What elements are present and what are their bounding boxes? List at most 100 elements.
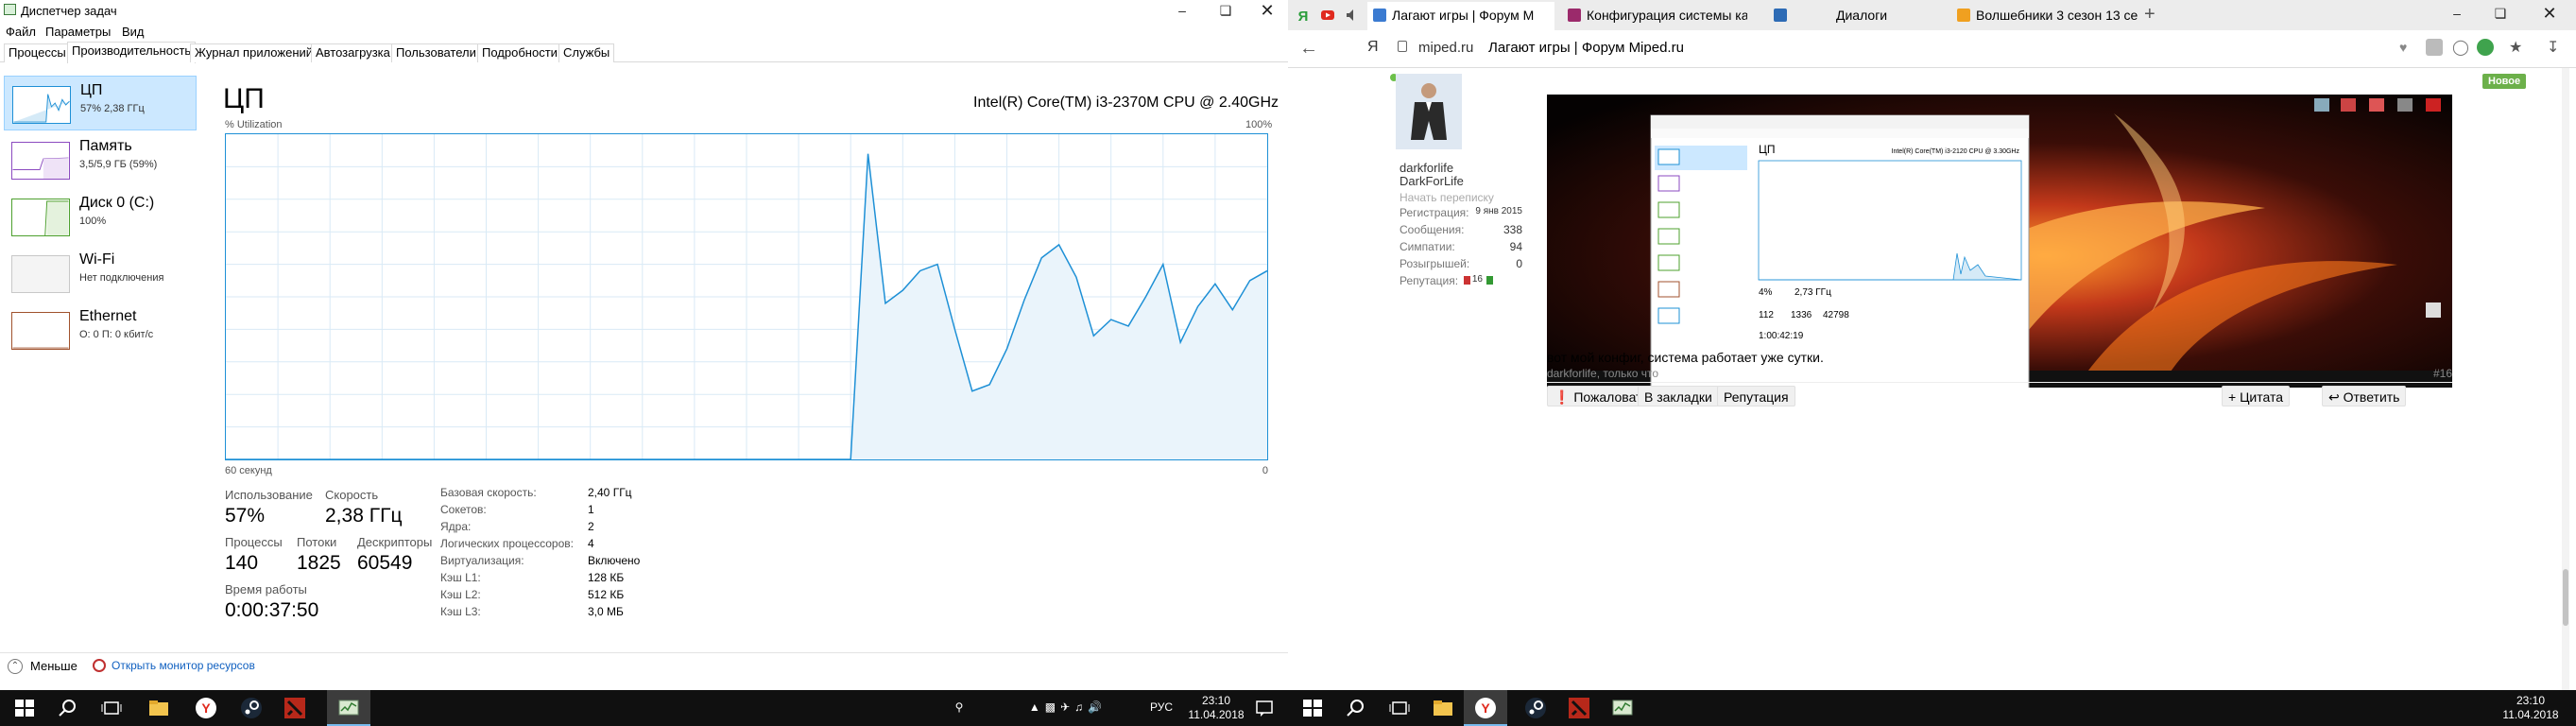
- tab-app-history[interactable]: Журнал приложений: [190, 43, 318, 62]
- minimize-button[interactable]: –: [1160, 0, 1204, 21]
- open-resource-monitor-link[interactable]: Открыть монитор ресурсов: [112, 659, 255, 672]
- tab-title: Лагают игры | Форум M: [1392, 8, 1535, 23]
- clock[interactable]: 23:10 11.04.2018: [1183, 694, 1249, 722]
- maximize-button[interactable]: ❏: [1204, 0, 1247, 21]
- dota-icon[interactable]: [283, 697, 306, 719]
- file-explorer-icon[interactable]: [147, 697, 170, 719]
- reputation-plus-icon[interactable]: [1486, 276, 1493, 285]
- tab-services[interactable]: Службы: [558, 43, 615, 62]
- inner-handles: 42798: [1823, 310, 1849, 320]
- close-button[interactable]: ✕: [1245, 0, 1289, 21]
- start-icon[interactable]: [1301, 697, 1324, 719]
- feed-icon[interactable]: ♥: [2399, 40, 2407, 55]
- chevron-up-icon[interactable]: ⌃: [8, 659, 23, 674]
- steam-icon[interactable]: [1524, 697, 1547, 719]
- menu-options[interactable]: Параметры: [45, 25, 111, 39]
- tray-icons[interactable]: ▲▩✈♫🔊: [1011, 700, 1125, 715]
- sidebar-sub: 3,5/5,9 ГБ (59%): [79, 159, 158, 170]
- sidebar-item-cpu[interactable]: ЦП 57% 2,38 ГГц: [4, 76, 197, 130]
- minimize-button[interactable]: –: [2435, 3, 2479, 24]
- task-view-icon[interactable]: [100, 697, 123, 719]
- download-icon[interactable]: ↧: [2547, 38, 2559, 57]
- sidebar-label: Wi-Fi: [79, 251, 115, 268]
- usage-value: 57%: [225, 505, 266, 527]
- keyboard-language[interactable]: РУС: [1147, 700, 1176, 715]
- taskbar-item-yandex[interactable]: Y: [1464, 690, 1507, 726]
- page-title: ЦП: [223, 83, 265, 114]
- detail-value: 3,0 МБ: [588, 605, 624, 618]
- steam-icon[interactable]: [240, 697, 263, 719]
- tab-performance[interactable]: Производительность: [67, 42, 197, 63]
- back-arrow-icon[interactable]: ←: [1299, 38, 1318, 60]
- close-button[interactable]: ✕: [2528, 3, 2571, 24]
- adblock-icon[interactable]: [2477, 39, 2494, 56]
- notifications-icon[interactable]: [1253, 697, 1276, 719]
- people-icon[interactable]: ⚲: [945, 700, 973, 715]
- menu-view[interactable]: Вид: [122, 25, 145, 39]
- maximize-button[interactable]: ❏: [2479, 3, 2522, 24]
- sidebar-item-disk[interactable]: Диск 0 (C:) 100%: [4, 189, 197, 244]
- avatar[interactable]: [1396, 74, 1462, 149]
- address-title[interactable]: Лагают игры | Форум Miped.ru: [1488, 40, 1684, 56]
- file-explorer-icon[interactable]: [1432, 697, 1454, 719]
- fewer-details-link[interactable]: Меньше: [30, 659, 77, 673]
- detail-key: Сокетов:: [440, 503, 487, 516]
- sidebar-label: Ethernet: [79, 308, 137, 324]
- profile-value: 0: [1516, 257, 1522, 270]
- reputation-minus-icon[interactable]: [1464, 276, 1470, 285]
- post-author[interactable]: darkforlife, только что: [1547, 367, 1658, 380]
- sidebar-item-ethernet[interactable]: Ethernet О: 0 П: 0 кбит/с: [4, 302, 197, 357]
- extension-icon[interactable]: [2426, 39, 2443, 56]
- protect-icon[interactable]: ◯: [2452, 38, 2469, 57]
- post-screenshot-image[interactable]: ЦП Intel(R) Core(TM) i3-2120 CPU @ 3.30G…: [1547, 95, 2452, 388]
- quote-button[interactable]: + Цитата: [2222, 386, 2291, 406]
- yandex-logo-icon[interactable]: Я: [1296, 8, 1311, 23]
- yandex-browser-icon[interactable]: Y: [195, 697, 217, 719]
- tab-startup[interactable]: Автозагрузка: [311, 43, 395, 62]
- taskbar-item-task-manager[interactable]: [327, 690, 370, 726]
- post-divider: [1547, 382, 2452, 383]
- scrollbar-thumb[interactable]: [2563, 569, 2568, 626]
- tab-processes[interactable]: Процессы: [4, 43, 71, 62]
- handles-label: Дескрипторы: [357, 535, 433, 549]
- profile-username[interactable]: darkforlife: [1400, 161, 1453, 175]
- menu-file[interactable]: Файл: [6, 25, 36, 39]
- detail-key: Кэш L1:: [440, 571, 481, 584]
- start-chat-link[interactable]: Начать переписку: [1400, 191, 1494, 204]
- browser-window: Я Лагают игры | Форум M Конфигурация сис…: [1288, 0, 2576, 690]
- sidebar-label: ЦП: [80, 82, 103, 98]
- reply-button[interactable]: ↩ Ответить: [2322, 386, 2407, 406]
- scrollbar[interactable]: [2562, 68, 2569, 690]
- dota-icon[interactable]: [1568, 697, 1590, 719]
- task-manager-icon[interactable]: [1611, 697, 1634, 719]
- browser-tab[interactable]: Конфигурация системы как: [1562, 2, 1747, 30]
- address-domain[interactable]: miped.ru: [1418, 40, 1473, 56]
- task-view-icon[interactable]: [1388, 697, 1411, 719]
- start-icon[interactable]: [13, 697, 36, 719]
- profile-value: 16: [1471, 274, 1483, 285]
- sidebar-item-memory[interactable]: Память 3,5/5,9 ГБ (59%): [4, 132, 197, 187]
- bookmark-star-icon[interactable]: ★: [2509, 38, 2522, 57]
- task-manager-icon: [338, 700, 359, 716]
- post-number[interactable]: #16: [2433, 367, 2452, 380]
- browser-tab[interactable]: Волшебники 3 сезон 13 се: [1951, 2, 2140, 30]
- speaker-icon[interactable]: [1345, 8, 1360, 23]
- search-icon[interactable]: [1345, 697, 1367, 719]
- tab-favicon: [1568, 9, 1581, 22]
- search-icon[interactable]: [57, 697, 79, 719]
- new-tab-button[interactable]: +: [2144, 4, 2155, 26]
- tab-details[interactable]: Подробности: [477, 43, 562, 62]
- browser-tab-active[interactable]: Лагают игры | Форум M: [1367, 2, 1554, 30]
- reply-label: Ответить: [2343, 389, 2400, 405]
- clock[interactable]: 23:10 11.04.2018: [2498, 694, 2564, 722]
- detail-key: Логических процессоров:: [440, 537, 574, 550]
- reputation-button[interactable]: Репутация: [1717, 386, 1795, 406]
- tab-bar: Процессы Производительность Журнал прило…: [0, 42, 1288, 63]
- quote-label: + Цитата: [2228, 389, 2284, 405]
- sidebar-item-wifi[interactable]: Wi-Fi Нет подключения: [4, 246, 197, 301]
- youtube-pinned-icon[interactable]: [1320, 8, 1335, 23]
- tab-users[interactable]: Пользователи: [391, 43, 481, 62]
- profile-value: 9 янв 2015: [1475, 206, 1522, 216]
- bookmark-button[interactable]: В закладки: [1638, 386, 1719, 406]
- yandex-y-icon[interactable]: Я: [1367, 39, 1379, 56]
